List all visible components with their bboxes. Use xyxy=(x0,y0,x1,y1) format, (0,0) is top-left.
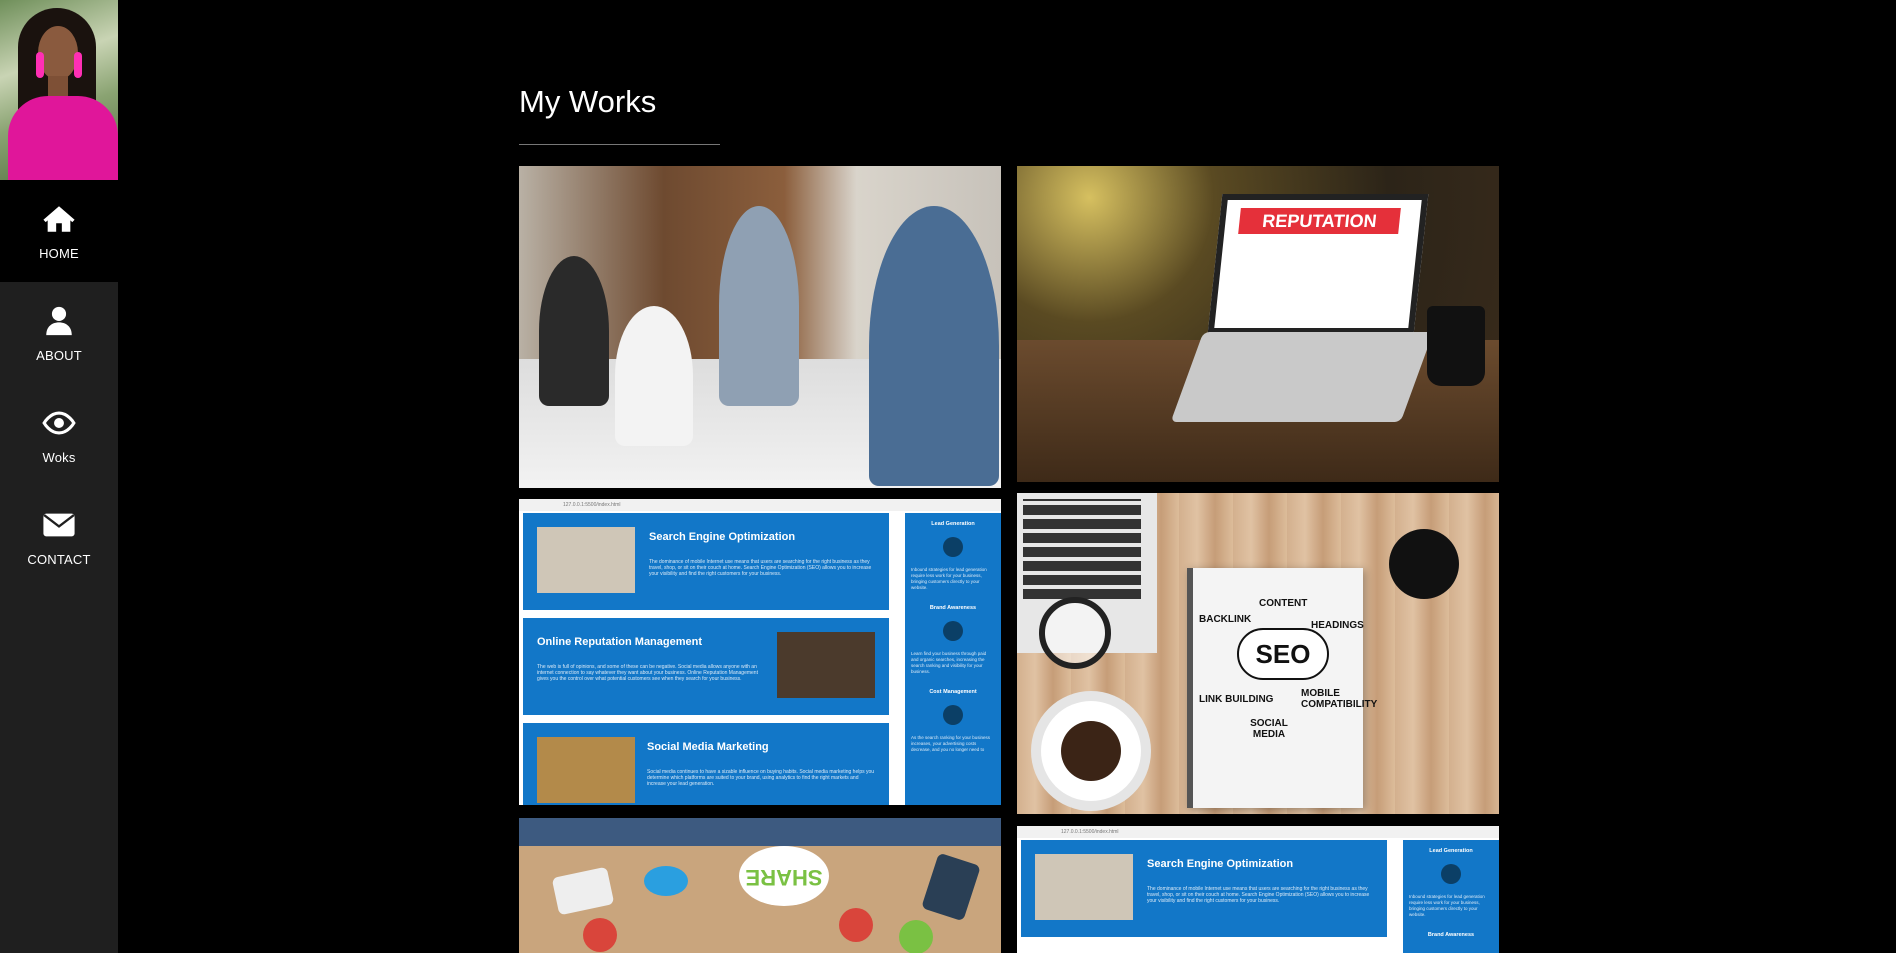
work-tile-reputation[interactable]: REPUTATION xyxy=(1017,166,1499,482)
sidebar-item-about[interactable]: ABOUT xyxy=(0,282,118,384)
sidebar: HOME ABOUT Woks CONTACT xyxy=(0,0,118,953)
work-tile-seo-site[interactable]: 127.0.0.1:5500/index.html Search Engine … xyxy=(519,499,1001,805)
sidebar-item-label: HOME xyxy=(39,245,79,261)
work-tile-seo-site-2[interactable]: 127.0.0.1:5500/index.html Search Engine … xyxy=(1017,826,1499,953)
site-section-smm: Social Media Marketing Social media cont… xyxy=(523,723,889,805)
site-sidebar: Lead Generation Inbound strategies for l… xyxy=(1403,840,1499,953)
site-sidebar: Lead Generation Inbound strategies for l… xyxy=(905,513,1001,805)
title-divider xyxy=(519,144,720,145)
avatar xyxy=(0,0,118,180)
sidebar-item-label: ABOUT xyxy=(36,347,82,363)
work-tile-share[interactable]: SHARE xyxy=(519,818,1001,953)
work-tile-meeting[interactable] xyxy=(519,166,1001,488)
site-section-seo: Search Engine Optimization The dominance… xyxy=(523,513,889,610)
work-tile-seo-notebook[interactable]: SEO CONTENT BACKLINK HEADINGS LINK BUILD… xyxy=(1017,493,1499,814)
sidebar-item-label: Woks xyxy=(42,449,76,465)
seo-label: SEO xyxy=(1237,628,1329,680)
sidebar-item-label: CONTACT xyxy=(27,551,91,567)
share-bubble: SHARE xyxy=(739,846,829,906)
site-section-seo: Search Engine Optimization The dominance… xyxy=(1021,840,1387,937)
site-section-orm: Online Reputation Management The web is … xyxy=(523,618,889,715)
envelope-icon xyxy=(43,513,75,536)
sidebar-item-home[interactable]: HOME xyxy=(0,180,118,282)
eye-icon xyxy=(42,411,76,434)
sidebar-item-contact[interactable]: CONTACT xyxy=(0,486,118,588)
home-icon xyxy=(43,205,75,232)
reputation-banner: REPUTATION xyxy=(1238,208,1401,234)
sidebar-item-works[interactable]: Woks xyxy=(0,384,118,486)
user-icon xyxy=(46,306,72,335)
page-title: My Works xyxy=(519,84,657,119)
